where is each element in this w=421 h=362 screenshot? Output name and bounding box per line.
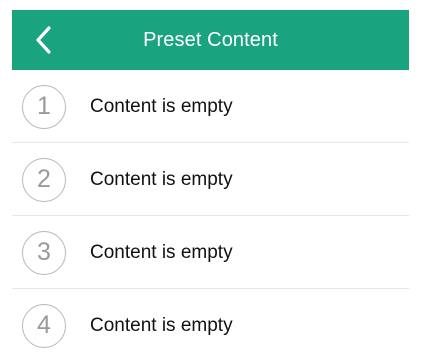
preset-number-badge: 2: [22, 157, 66, 202]
chevron-left-icon: [36, 26, 51, 54]
preset-item-label: Content is empty: [90, 95, 233, 117]
preset-number-badge: 4: [22, 303, 66, 348]
preset-number-badge: 1: [22, 84, 66, 129]
preset-list: 1 Content is empty 2 Content is empty 3 …: [12, 70, 409, 362]
navigation-bar: Preset Content: [12, 10, 409, 70]
preset-item-label: Content is empty: [90, 168, 233, 190]
preset-item-label: Content is empty: [90, 314, 233, 336]
page-title: Preset Content: [143, 28, 278, 51]
preset-item-label: Content is empty: [90, 241, 233, 263]
preset-item-3[interactable]: 3 Content is empty: [12, 216, 409, 289]
preset-item-2[interactable]: 2 Content is empty: [12, 143, 409, 216]
status-bar-area: [0, 0, 421, 10]
back-button[interactable]: [22, 10, 66, 70]
preset-item-1[interactable]: 1 Content is empty: [12, 70, 409, 143]
preset-number-badge: 3: [22, 230, 66, 275]
preset-item-4[interactable]: 4 Content is empty: [12, 289, 409, 362]
